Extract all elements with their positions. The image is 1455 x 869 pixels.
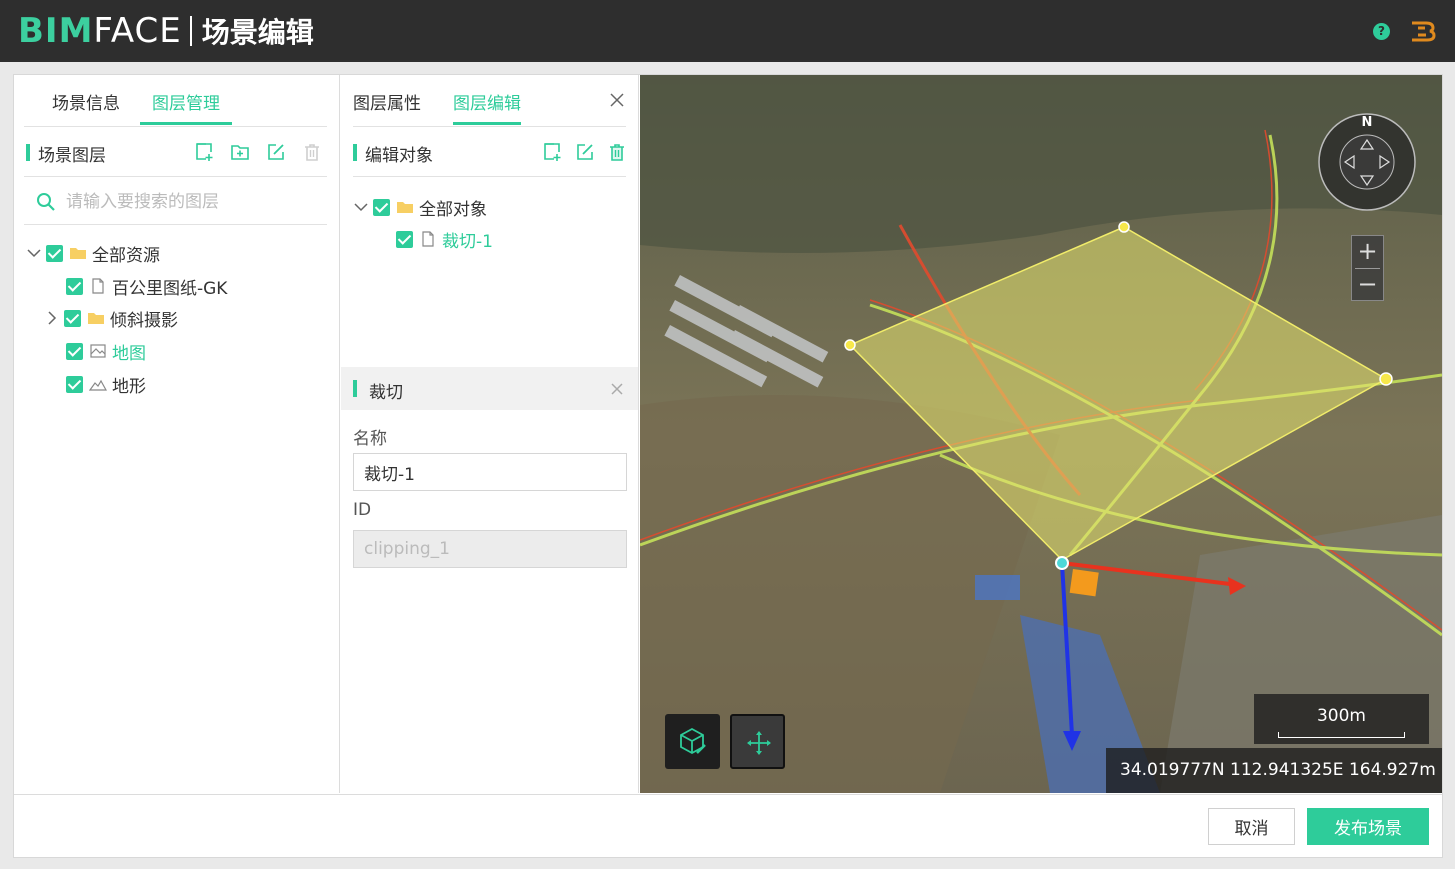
- name-field[interactable]: [353, 453, 627, 491]
- cube-edit-icon: [680, 727, 706, 755]
- zoom-in-button[interactable]: +: [1352, 236, 1383, 268]
- chevron-down-icon[interactable]: [353, 199, 369, 215]
- user-avatar-icon[interactable]: [1410, 20, 1436, 42]
- tree-node-all-objects[interactable]: 全部对象: [353, 195, 487, 220]
- clip-box-tool-button[interactable]: [665, 714, 720, 769]
- checkbox-checked[interactable]: [66, 342, 83, 360]
- app-title: 场景编辑: [201, 16, 314, 49]
- zoom-out-button[interactable]: −: [1352, 269, 1383, 301]
- add-layer-icon[interactable]: [194, 142, 214, 162]
- clip-section-header: 裁切: [341, 367, 638, 410]
- left-tabs: 场景信息 图层管理: [24, 75, 327, 127]
- close-icon[interactable]: [609, 92, 625, 108]
- coordinate-readout: 34.019777N 112.941325E 164.927m: [1106, 748, 1442, 793]
- tree-label: 百公里图纸-GK: [112, 278, 228, 299]
- tree-label: 裁切-1: [442, 231, 493, 252]
- delete-icon[interactable]: [302, 142, 322, 162]
- section-title: 编辑对象: [365, 146, 433, 166]
- layer-search: [24, 179, 327, 225]
- tab-layer-edit[interactable]: 图层编辑: [453, 89, 521, 125]
- help-icon[interactable]: ?: [1373, 23, 1390, 40]
- section-accent: [353, 144, 357, 161]
- checkbox-checked[interactable]: [373, 198, 390, 216]
- app-header: BIM FACE 场景编辑 ?: [0, 0, 1455, 62]
- tree-label: 倾斜摄影: [110, 310, 178, 331]
- section-accent: [353, 380, 357, 397]
- checkbox-checked[interactable]: [66, 375, 83, 393]
- tree-label: 地图: [112, 343, 146, 364]
- checkbox-checked[interactable]: [64, 309, 81, 327]
- move-tool-button[interactable]: [730, 714, 785, 769]
- tree-label: 全部对象: [419, 199, 487, 220]
- checkbox-checked[interactable]: [396, 230, 413, 248]
- tree-node-map[interactable]: 地图: [66, 339, 146, 364]
- folder-icon: [69, 245, 87, 261]
- terrain-icon: [89, 376, 107, 392]
- logo-face: FACE: [93, 11, 182, 51]
- logo-divider: [189, 16, 192, 46]
- compass-north-label: N: [1362, 115, 1373, 130]
- add-folder-icon[interactable]: [230, 142, 250, 162]
- checkbox-checked[interactable]: [66, 277, 83, 295]
- scale-bar: 300m: [1254, 694, 1429, 744]
- delete-icon[interactable]: [607, 142, 627, 162]
- mid-tabs: 图层属性 图层编辑: [353, 75, 626, 127]
- file-icon: [89, 278, 107, 294]
- tab-layer-management[interactable]: 图层管理: [140, 89, 232, 125]
- section-title: 场景图层: [38, 146, 106, 166]
- logo-bim: BIM: [18, 11, 94, 51]
- bimface-logo: BIM FACE 场景编辑: [18, 11, 314, 51]
- zoom-control: + −: [1351, 235, 1384, 301]
- tree-label: 全部资源: [92, 245, 160, 266]
- layer-edit-panel: 图层属性 图层编辑 编辑对象 全部对象 裁切-1 裁切 名称 裁切-1 ID c…: [341, 75, 639, 793]
- folder-icon: [396, 199, 414, 215]
- tree-node-clip-1[interactable]: 裁切-1: [396, 227, 493, 252]
- 3d-viewport[interactable]: N + − 300m 34.019777N 112.941325E 164.92…: [640, 75, 1442, 793]
- id-field: [353, 530, 627, 568]
- layer-search-input[interactable]: [66, 187, 316, 217]
- edit-icon[interactable]: [575, 142, 595, 162]
- tree-node-all-resources[interactable]: 全部资源: [26, 241, 160, 266]
- clip-section-title: 裁切: [369, 383, 403, 403]
- chevron-down-icon[interactable]: [26, 245, 42, 261]
- scale-line: [1278, 732, 1405, 738]
- scale-label: 300m: [1316, 706, 1366, 726]
- scene-layers-panel: 场景信息 图层管理 场景图层 全部资源 百公里图纸-GK: [14, 75, 340, 793]
- tree-node-oblique-photo[interactable]: 倾斜摄影: [44, 306, 178, 331]
- file-icon: [419, 231, 437, 247]
- navigation-compass[interactable]: N: [1318, 113, 1416, 211]
- tree-node-terrain[interactable]: 地形: [66, 372, 146, 397]
- tab-layer-properties[interactable]: 图层属性: [353, 89, 421, 125]
- cancel-button[interactable]: 取消: [1208, 808, 1295, 845]
- checkbox-checked[interactable]: [46, 244, 63, 262]
- tree-node-drawing[interactable]: 百公里图纸-GK: [66, 274, 228, 299]
- name-label: 名称: [353, 429, 387, 449]
- chevron-right-icon[interactable]: [44, 310, 60, 326]
- publish-scene-button[interactable]: 发布场景: [1307, 808, 1429, 845]
- folder-icon: [87, 310, 105, 326]
- edit-objects-header: 编辑对象: [353, 127, 626, 177]
- move-arrows-icon: [747, 731, 771, 755]
- id-label: ID: [353, 500, 372, 520]
- section-accent: [26, 144, 30, 161]
- edit-icon[interactable]: [266, 142, 286, 162]
- close-icon[interactable]: [609, 381, 625, 397]
- scene-layers-header: 场景图层: [24, 127, 327, 177]
- tree-label: 地形: [112, 376, 146, 397]
- add-object-icon[interactable]: [542, 142, 562, 162]
- search-icon: [36, 192, 56, 212]
- map-icon: [89, 343, 107, 359]
- tab-scene-info[interactable]: 场景信息: [52, 89, 120, 125]
